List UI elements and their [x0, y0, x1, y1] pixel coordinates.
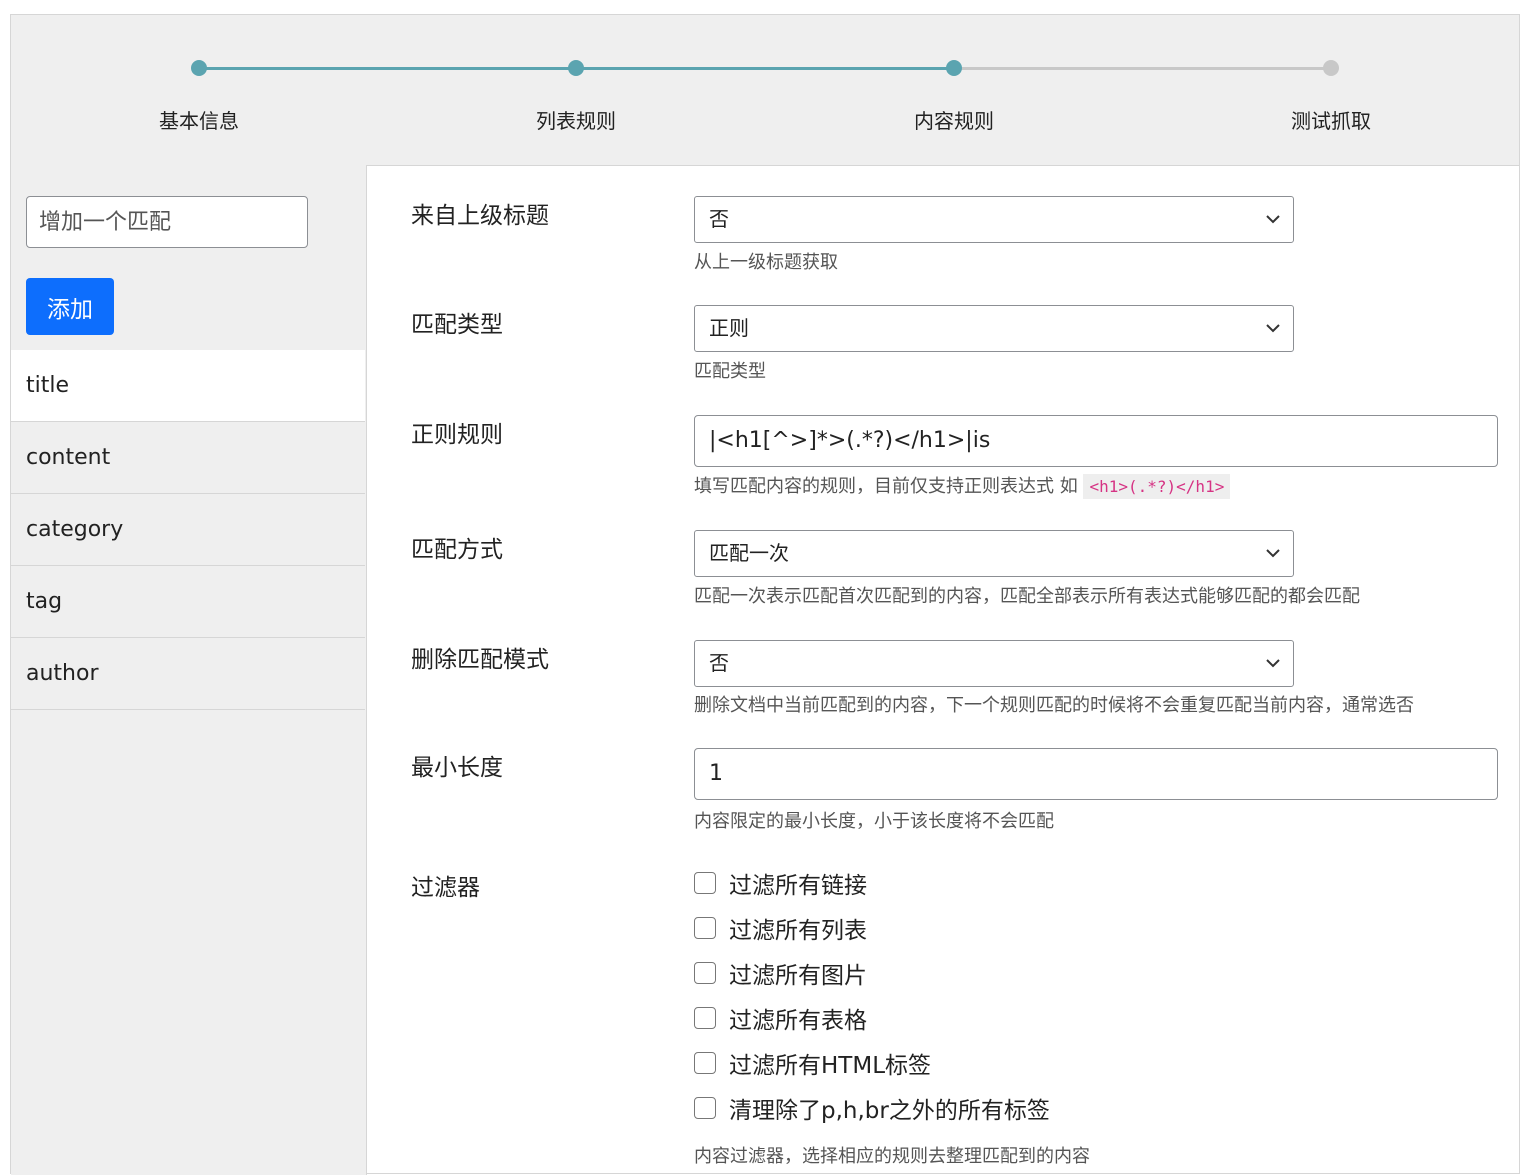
checkbox-icon[interactable]	[694, 1097, 716, 1119]
step-dot-basic-info	[191, 60, 207, 76]
delete-mode-select[interactable]: 否	[694, 640, 1294, 687]
progress-stepper: 基本信息 列表规则 内容规则 测试抓取	[11, 15, 1519, 166]
min-length-label: 最小长度	[411, 755, 503, 781]
filter-lists-label: 过滤所有列表	[729, 918, 867, 944]
regex-rule-input[interactable]: |<h1[^>]*>(.*?)</h1>|is	[694, 415, 1498, 467]
match-mode-select[interactable]: 匹配一次	[694, 530, 1294, 577]
chevron-down-icon	[1266, 324, 1280, 333]
filter-images-option[interactable]: 过滤所有图片	[694, 958, 867, 989]
match-type-value: 正则	[709, 316, 749, 340]
delete-mode-help: 删除文档中当前匹配到的内容，下一个规则匹配的时候将不会重复匹配当前内容，通常选否	[694, 695, 1414, 716]
filter-lists-option[interactable]: 过滤所有列表	[694, 913, 867, 944]
from-parent-label: 来自上级标题	[411, 203, 549, 229]
filter-keep-basic-tags-label: 清理除了p,h,br之外的所有标签	[729, 1098, 1050, 1124]
filter-keep-basic-tags-option[interactable]: 清理除了p,h,br之外的所有标签	[694, 1093, 1050, 1124]
delete-mode-label: 删除匹配模式	[411, 647, 549, 673]
checkbox-icon[interactable]	[694, 1052, 716, 1074]
from-parent-value: 否	[709, 207, 729, 231]
regex-rule-help-text: 填写匹配内容的规则，目前仅支持正则表达式 如	[694, 476, 1078, 497]
chevron-down-icon	[1266, 659, 1280, 668]
filter-images-label: 过滤所有图片	[729, 963, 867, 989]
filter-tables-option[interactable]: 过滤所有表格	[694, 1003, 867, 1034]
checkbox-icon[interactable]	[694, 1007, 716, 1029]
checkbox-icon[interactable]	[694, 917, 716, 939]
match-type-help: 匹配类型	[694, 361, 766, 382]
match-mode-value: 匹配一次	[709, 541, 789, 565]
regex-rule-label: 正则规则	[411, 422, 503, 448]
filter-html-tags-option[interactable]: 过滤所有HTML标签	[694, 1048, 932, 1079]
checkbox-icon[interactable]	[694, 872, 716, 894]
regex-example-code: <h1>(.*?)</h1>	[1083, 474, 1231, 499]
min-length-help: 内容限定的最小长度，小于该长度将不会匹配	[694, 811, 1054, 832]
filter-links-label: 过滤所有链接	[729, 873, 867, 899]
step-dot-test-fetch	[1323, 60, 1339, 76]
checkbox-icon[interactable]	[694, 962, 716, 984]
chevron-down-icon	[1266, 549, 1280, 558]
step-dot-content-rules	[946, 60, 962, 76]
new-match-input[interactable]	[26, 196, 308, 248]
rule-editor-frame: 基本信息 列表规则 内容规则 测试抓取 添加 title content cat…	[10, 14, 1520, 1175]
from-parent-select[interactable]: 否	[694, 196, 1294, 243]
filters-help: 内容过滤器，选择相应的规则去整理匹配到的内容	[694, 1146, 1090, 1167]
step-label-content-rules[interactable]: 内容规则	[854, 105, 1054, 134]
match-item-author[interactable]: author	[11, 638, 365, 710]
match-mode-label: 匹配方式	[411, 537, 503, 563]
filter-html-tags-label: 过滤所有HTML标签	[729, 1053, 932, 1079]
filter-links-option[interactable]: 过滤所有链接	[694, 868, 867, 899]
min-length-input[interactable]: 1	[694, 748, 1498, 800]
match-type-select[interactable]: 正则	[694, 305, 1294, 352]
step-label-basic-info[interactable]: 基本信息	[99, 105, 299, 134]
match-sidebar: 添加 title content category tag author	[11, 165, 367, 1175]
rule-form: 来自上级标题 否 从上一级标题获取 匹配类型 正则 匹配类型 正则规则 |<h1…	[367, 165, 1519, 1175]
match-item-category[interactable]: category	[11, 494, 365, 566]
step-dot-list-rules	[568, 60, 584, 76]
add-match-button[interactable]: 添加	[26, 278, 114, 335]
filters-label: 过滤器	[411, 875, 480, 901]
match-item-content[interactable]: content	[11, 422, 365, 494]
match-type-label: 匹配类型	[411, 312, 503, 338]
step-label-list-rules[interactable]: 列表规则	[476, 105, 676, 134]
regex-rule-help: 填写匹配内容的规则，目前仅支持正则表达式 如 <h1>(.*?)</h1>	[694, 472, 1231, 499]
step-connector-pending	[954, 67, 1331, 70]
delete-mode-value: 否	[709, 651, 729, 675]
match-item-tag[interactable]: tag	[11, 566, 365, 638]
from-parent-help: 从上一级标题获取	[694, 252, 838, 273]
match-item-title[interactable]: title	[11, 350, 365, 422]
match-mode-help: 匹配一次表示匹配首次匹配到的内容，匹配全部表示所有表达式能够匹配的都会匹配	[694, 586, 1360, 607]
filter-tables-label: 过滤所有表格	[729, 1008, 867, 1034]
match-list: title content category tag author	[11, 350, 365, 710]
chevron-down-icon	[1266, 215, 1280, 224]
step-label-test-fetch[interactable]: 测试抓取	[1231, 105, 1431, 134]
